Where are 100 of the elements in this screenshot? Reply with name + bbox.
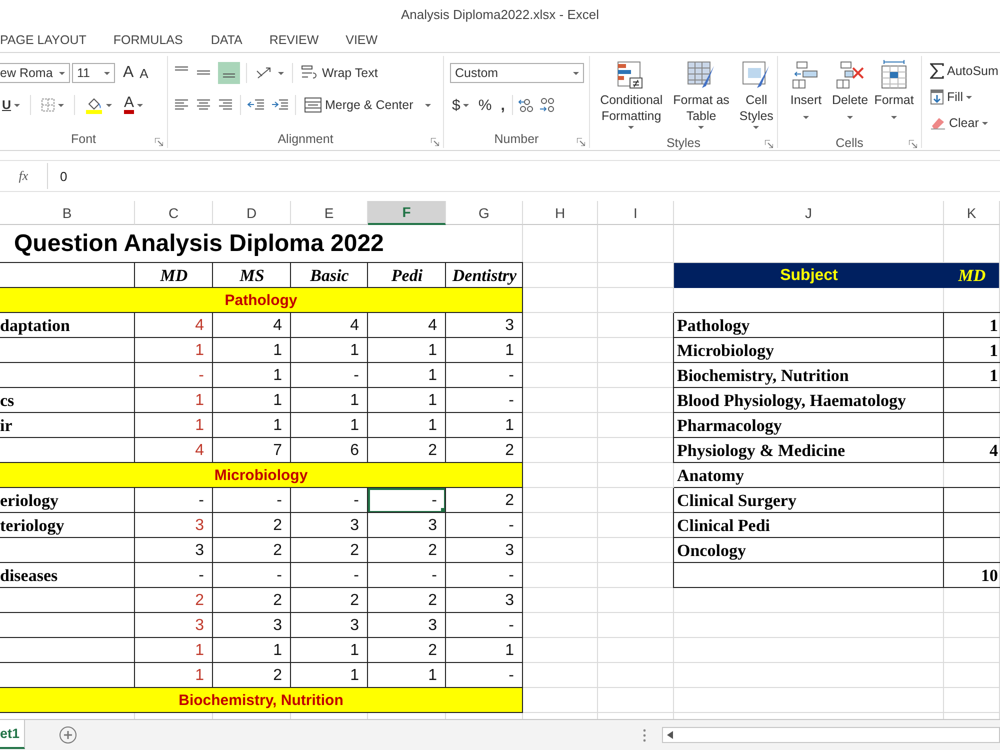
format-cells-icon[interactable] <box>879 60 909 90</box>
column-header[interactable]: F <box>368 201 446 226</box>
more-options-icon[interactable] <box>643 728 646 742</box>
formula-input[interactable]: 0 <box>47 163 1000 190</box>
fill-button[interactable]: Fill <box>930 86 1000 108</box>
increase-decimal-icon[interactable] <box>518 97 534 113</box>
wrap-text-button[interactable]: Wrap Text <box>299 62 380 84</box>
caret-icon[interactable] <box>628 126 634 129</box>
caret-icon[interactable] <box>59 72 65 74</box>
caret-icon[interactable] <box>698 126 704 129</box>
caret-icon[interactable] <box>425 104 432 106</box>
sheet-tab[interactable]: et1 <box>0 720 25 749</box>
caret-icon[interactable] <box>104 72 110 74</box>
column-header[interactable]: E <box>291 201 368 226</box>
caret-icon[interactable] <box>891 116 897 119</box>
table-cell-text: - <box>508 616 515 636</box>
launcher-icon[interactable] <box>155 138 163 146</box>
table-cell-text: 1 <box>427 416 438 436</box>
align-center-icon[interactable] <box>196 98 212 112</box>
table-cell-text: 4 <box>427 316 438 336</box>
caret-icon[interactable] <box>847 116 853 119</box>
borders-icon[interactable] <box>41 98 56 112</box>
delete-cells-icon[interactable] <box>835 60 865 90</box>
caret-icon[interactable] <box>463 104 470 106</box>
font-name-field[interactable]: ew Roma <box>0 63 70 83</box>
decrease-decimal-icon[interactable] <box>538 97 555 113</box>
column-header[interactable]: B <box>0 201 135 226</box>
caret-icon[interactable] <box>137 104 144 106</box>
wrap-text-icon[interactable] <box>301 65 319 81</box>
caret-icon[interactable] <box>982 122 988 124</box>
comma-button[interactable]: , <box>498 94 507 116</box>
currency-button[interactable]: $ <box>450 94 472 116</box>
increase-indent-icon[interactable] <box>271 98 289 112</box>
insert-function-button[interactable]: fx <box>0 168 47 184</box>
menu-tab[interactable]: PAGE LAYOUT <box>0 33 86 47</box>
launcher-icon[interactable] <box>909 140 917 148</box>
column-header[interactable]: G <box>446 201 523 226</box>
launcher-icon[interactable] <box>765 140 773 148</box>
caret-icon[interactable] <box>753 126 760 129</box>
caret-icon[interactable] <box>14 104 20 106</box>
launcher-icon[interactable] <box>577 138 585 146</box>
horizontal-scrollbar[interactable] <box>662 727 1000 744</box>
launcher-icon[interactable] <box>431 138 439 146</box>
percent-button[interactable]: % <box>476 94 494 116</box>
table-cell-text: cs <box>0 390 16 412</box>
styles-button[interactable]: Format as Table <box>668 60 734 134</box>
column-header[interactable]: D <box>213 201 291 226</box>
table-cell-text: 2 <box>427 440 438 461</box>
align-right-icon[interactable] <box>218 98 234 112</box>
menu-tab[interactable]: VIEW <box>346 33 378 47</box>
grow-font-button[interactable]: A <box>121 62 136 84</box>
column-header[interactable]: C <box>135 201 213 226</box>
table-cell-text: 1 <box>427 366 438 386</box>
number-format-field[interactable]: Custom <box>450 63 584 83</box>
column-header[interactable]: J <box>674 201 944 226</box>
table-cell-text: 3 <box>194 516 205 536</box>
shrink-font-button[interactable]: A <box>138 62 150 84</box>
column-header[interactable]: I <box>598 201 674 226</box>
merge-center-button[interactable]: Merge & Center <box>302 94 434 116</box>
cell-brush-icon[interactable] <box>741 60 772 90</box>
menu-tab[interactable]: FORMULAS <box>113 33 183 47</box>
table-cell-text: eriology <box>0 490 60 512</box>
add-sheet-icon[interactable] <box>58 726 77 744</box>
fill-down-icon[interactable] <box>930 89 944 105</box>
group-label: Font <box>70 132 96 146</box>
section-header: Biochemistry, Nutrition <box>0 688 522 712</box>
font-size-field[interactable]: 11 <box>72 63 115 83</box>
column-header[interactable]: H <box>523 201 598 226</box>
decrease-indent-icon[interactable] <box>247 98 265 112</box>
column-header[interactable]: K <box>944 201 1000 226</box>
paint-bucket-icon[interactable] <box>85 96 104 114</box>
cells-button[interactable]: Delete <box>830 60 870 119</box>
table-brush-icon[interactable] <box>686 60 716 90</box>
scroll-left-icon[interactable] <box>667 731 673 740</box>
table-header-cell: MD <box>944 263 1000 288</box>
table-cell-text: - <box>508 516 515 536</box>
caret-icon[interactable] <box>803 116 809 119</box>
autosum-button[interactable]: AutoSum <box>930 60 1000 82</box>
menu-tab[interactable]: DATA <box>210 33 242 47</box>
table-cell-text: 1 <box>988 314 999 337</box>
clear-button[interactable]: Clear <box>930 112 1000 134</box>
align-bottom-button[interactable] <box>218 62 240 84</box>
caret-icon[interactable] <box>966 96 972 98</box>
merge-cells-icon[interactable] <box>304 97 322 113</box>
menu-tab[interactable]: REVIEW <box>269 33 319 47</box>
font-color-button[interactable]: A <box>122 94 146 116</box>
table-cell-text: 4 <box>988 440 999 462</box>
underline-button[interactable]: U <box>0 94 22 116</box>
caret-icon[interactable] <box>106 104 112 106</box>
caret-icon[interactable] <box>58 104 64 106</box>
styles-button[interactable]: Cell Styles <box>736 60 777 134</box>
cells-button[interactable]: Insert <box>786 60 826 119</box>
styles-button[interactable]: Conditional Formatting <box>596 60 667 134</box>
cells-button[interactable]: Format <box>874 60 914 119</box>
caret-icon[interactable] <box>278 72 284 74</box>
align-left-icon[interactable] <box>174 98 190 112</box>
table-cell-text: 1 <box>349 416 360 436</box>
sum-icon[interactable] <box>930 63 944 79</box>
eraser-icon[interactable] <box>930 116 946 130</box>
caret-icon[interactable] <box>573 72 579 74</box>
